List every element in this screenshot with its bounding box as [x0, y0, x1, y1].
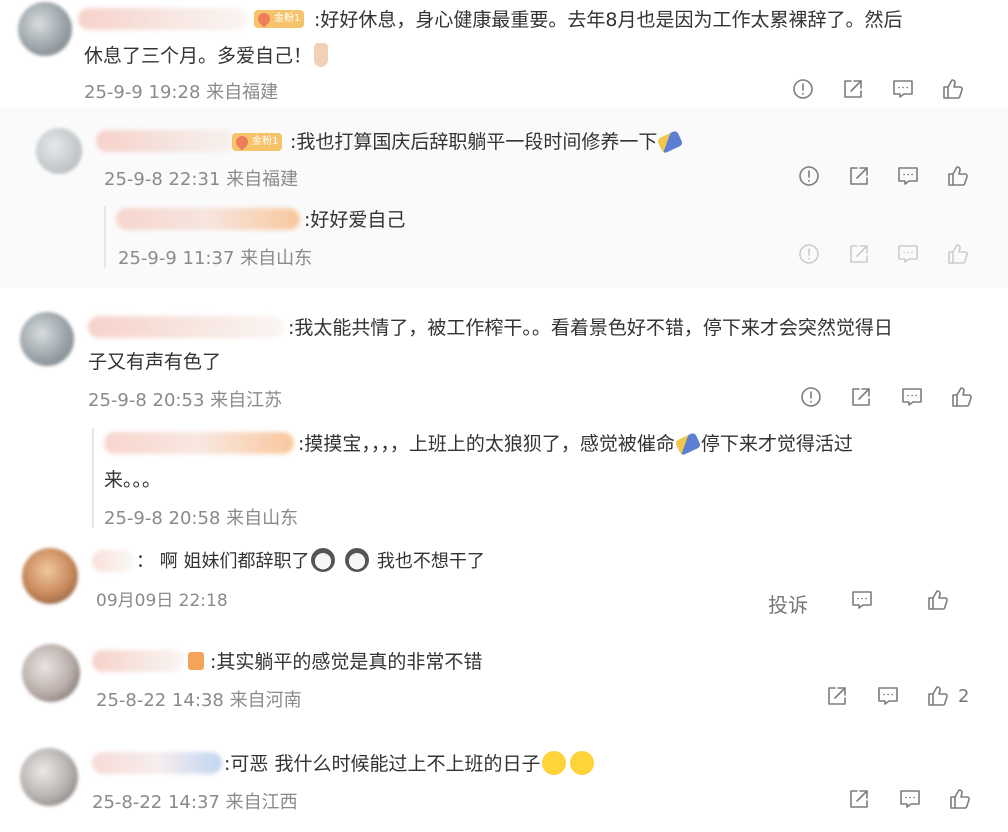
comment-text: :可恶 我什么时候能过上不上班的日子 [224, 746, 596, 782]
avatar[interactable] [36, 128, 82, 174]
comment-icon[interactable] [896, 242, 920, 266]
reply-meta: 25-9-8 20:58 来自山东 [104, 508, 299, 529]
like-icon[interactable] [926, 588, 950, 612]
reply-meta: 25-9-8 22:31 来自福建 [104, 169, 299, 190]
username[interactable] [92, 650, 184, 672]
report-icon[interactable] [791, 77, 815, 101]
like-icon[interactable] [946, 164, 970, 188]
comment-meta: 09月09日 22:18 [96, 591, 228, 611]
comment-icon[interactable] [850, 588, 874, 612]
reply-text: :好好爱自己 [304, 209, 406, 231]
comment-meta: 25-9-8 20:53 来自江苏 [88, 390, 283, 411]
comment-text: :好好休息，身心健康最重要。去年8月也是因为工作太累裸辞了。然后 [314, 9, 903, 31]
comment-text: :我太能共情了，被工作榨干。。看着景色好不错，停下来才会突然觉得日 [288, 317, 893, 339]
fan-badge: 金粉1 [254, 10, 305, 28]
reply-text: :摸摸宝，，，，上班上的太狼狈了，感觉被催命 停下来才觉得活过 [298, 432, 853, 456]
comment-icon[interactable] [898, 787, 922, 811]
crying-emoji [542, 751, 567, 775]
comment-meta: 25-8-22 14:38 来自河南 [96, 690, 302, 711]
username[interactable] [104, 432, 294, 454]
report-link[interactable]: 投诉 [768, 589, 808, 618]
username[interactable] [88, 316, 284, 338]
like-icon[interactable] [941, 77, 965, 101]
reply-text-cont: 来。。。 [104, 469, 162, 491]
comment-meta: 25-8-22 14:37 来自江西 [92, 792, 298, 813]
crying-emoji [570, 751, 595, 775]
avatar[interactable] [22, 644, 80, 702]
like-icon[interactable] [926, 684, 950, 708]
comment-icon[interactable] [900, 385, 924, 409]
share-icon[interactable] [847, 787, 871, 811]
username[interactable] [116, 208, 300, 230]
thread-line [104, 206, 106, 268]
username[interactable] [92, 550, 134, 572]
comment-text: :其实躺平的感觉是真的非常不错 [210, 651, 483, 673]
thread-line [92, 428, 94, 528]
comment-text-cont: 休息了三个月。多爱自己！ [84, 38, 330, 74]
fan-badge: 金粉1 [232, 133, 283, 151]
reply-text: :我也打算国庆后辞职躺平一段时间修养一下 [290, 124, 684, 160]
share-icon[interactable] [841, 77, 865, 101]
avatar[interactable] [22, 548, 78, 604]
like-count: 2 [958, 686, 970, 707]
hammer-emoji [674, 432, 702, 456]
report-icon[interactable] [797, 164, 821, 188]
comment-icon[interactable] [896, 164, 920, 188]
username[interactable] [78, 8, 248, 30]
dog-emoji [345, 548, 370, 572]
share-icon[interactable] [825, 684, 849, 708]
level-icon [188, 652, 204, 670]
reply-meta: 25-9-9 11:37 来自山东 [118, 248, 313, 269]
comment-text-cont: 子又有声有色了 [88, 351, 222, 373]
username[interactable] [92, 752, 222, 774]
comment-text: ： 啊 姐妹们都辞职了 我也不想干了 [136, 544, 485, 580]
report-icon[interactable] [797, 242, 821, 266]
like-icon[interactable] [948, 787, 972, 811]
comment-icon[interactable] [876, 684, 900, 708]
like-icon[interactable] [950, 385, 974, 409]
username[interactable] [96, 130, 236, 152]
report-icon[interactable] [799, 385, 823, 409]
comment-meta: 25-9-9 19:28 来自福建 [84, 82, 279, 103]
share-icon[interactable] [849, 385, 873, 409]
share-icon[interactable] [847, 164, 871, 188]
hammer-emoji [657, 130, 684, 154]
hand-emoji [314, 43, 329, 67]
avatar[interactable] [20, 312, 74, 366]
avatar[interactable] [18, 2, 72, 56]
avatar[interactable] [20, 748, 78, 806]
like-icon[interactable] [946, 242, 970, 266]
dog-emoji [311, 548, 336, 572]
share-icon[interactable] [847, 242, 871, 266]
comment-icon[interactable] [891, 77, 915, 101]
